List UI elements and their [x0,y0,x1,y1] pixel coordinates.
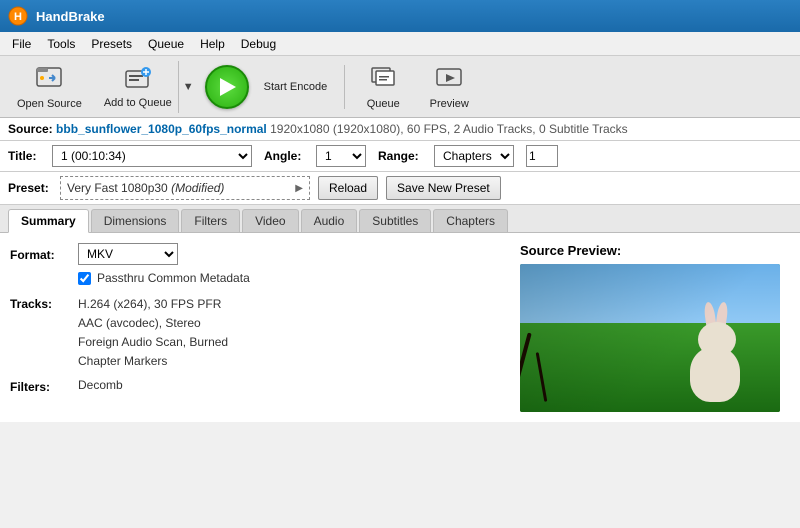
open-source-label: Open Source [17,98,82,110]
title-label: Title: [8,149,40,163]
preset-row: Preset: Very Fast 1080p30 (Modified) ▶ R… [0,172,800,205]
left-panel: Format: MKV Passthru Common Metadata Tra… [10,243,508,412]
app-title: HandBrake [36,9,105,24]
right-panel: Source Preview: [520,243,790,412]
track-2: AAC (avcodec), Stereo [78,314,228,332]
queue-icon [369,64,397,95]
tracks-label: Tracks: [10,295,70,311]
menu-queue[interactable]: Queue [140,35,192,53]
source-label: Source: [8,122,53,136]
source-preview-image [520,264,780,412]
source-bar: Source: bbb_sunflower_1080p_60fps_normal… [0,118,800,141]
metadata-row: Passthru Common Metadata [78,271,508,285]
filters-row: Filters: Decomb [10,378,508,394]
title-row: Title: 1 (00:10:34) Angle: 1 Range: Chap… [0,141,800,172]
track-4: Chapter Markers [78,352,228,370]
angle-label: Angle: [264,149,304,163]
tab-filters[interactable]: Filters [181,209,240,232]
toolbar-separator [344,65,345,109]
track-1: H.264 (x264), 30 FPS PFR [78,295,228,313]
angle-select[interactable]: 1 [316,145,366,167]
start-encode-button[interactable] [205,65,249,109]
preview-label: Preview [430,98,469,110]
toolbar: Open Source Add to Queue ▼ Start Encode [0,56,800,118]
open-source-icon [35,64,63,95]
tabs-bar: Summary Dimensions Filters Video Audio S… [0,205,800,233]
track-3: Foreign Audio Scan, Burned [78,333,228,351]
svg-text:H: H [14,11,22,23]
preset-selector[interactable]: Very Fast 1080p30 (Modified) ▶ [60,176,310,200]
tracks-list: H.264 (x264), 30 FPS PFR AAC (avcodec), … [78,295,228,370]
format-row: Format: MKV [10,243,508,265]
tab-summary[interactable]: Summary [8,209,89,233]
range-label: Range: [378,149,422,163]
menu-bar: File Tools Presets Queue Help Debug [0,32,800,56]
range-start[interactable] [526,145,558,167]
format-label: Format: [10,246,70,262]
add-to-queue-label: Add to Queue [104,97,172,109]
preset-dropdown-icon: ▶ [295,183,303,194]
tracks-row: Tracks: H.264 (x264), 30 FPS PFR AAC (av… [10,295,508,370]
preview-icon [435,64,463,95]
add-to-queue-dropdown[interactable]: ▼ [178,61,198,113]
title-select[interactable]: 1 (00:10:34) [52,145,252,167]
queue-label: Queue [367,98,400,110]
format-select[interactable]: MKV [78,243,178,265]
source-filename: bbb_sunflower_1080p_60fps_normal [56,122,267,136]
menu-debug[interactable]: Debug [233,35,284,53]
scene-overlay [520,264,780,412]
tab-video[interactable]: Video [242,209,298,232]
preview-label: Source Preview: [520,243,790,258]
tab-dimensions[interactable]: Dimensions [91,209,180,232]
menu-file[interactable]: File [4,35,39,53]
add-to-queue-icon [124,65,152,94]
range-select[interactable]: Chapters [434,145,514,167]
queue-button[interactable]: Queue [353,60,413,114]
preset-name: Very Fast 1080p30 (Modified) [67,181,224,195]
save-new-preset-button[interactable]: Save New Preset [386,176,501,200]
tab-chapters[interactable]: Chapters [433,209,508,232]
source-meta: 1920x1080 (1920x1080), 60 FPS, 2 Audio T… [270,122,628,136]
reload-button[interactable]: Reload [318,176,378,200]
menu-tools[interactable]: Tools [39,35,83,53]
filters-label: Filters: [10,378,70,394]
tab-audio[interactable]: Audio [301,209,358,232]
tab-subtitles[interactable]: Subtitles [359,209,431,232]
preview-button[interactable]: Preview [419,60,479,114]
menu-help[interactable]: Help [192,35,233,53]
open-source-button[interactable]: Open Source [8,60,91,114]
start-encode-label: Start Encode [264,81,328,93]
play-icon [220,78,236,96]
menu-presets[interactable]: Presets [83,35,140,53]
metadata-checkbox[interactable] [78,272,91,285]
metadata-label: Passthru Common Metadata [97,271,250,285]
title-bar: H HandBrake [0,0,800,32]
add-to-queue-button[interactable]: Add to Queue ▼ [97,60,199,114]
filters-value: Decomb [78,378,123,392]
app-logo: H [8,6,28,26]
preset-label: Preset: [8,181,52,195]
start-encode-label-btn[interactable]: Start Encode [255,60,337,114]
main-content: Format: MKV Passthru Common Metadata Tra… [0,233,800,422]
